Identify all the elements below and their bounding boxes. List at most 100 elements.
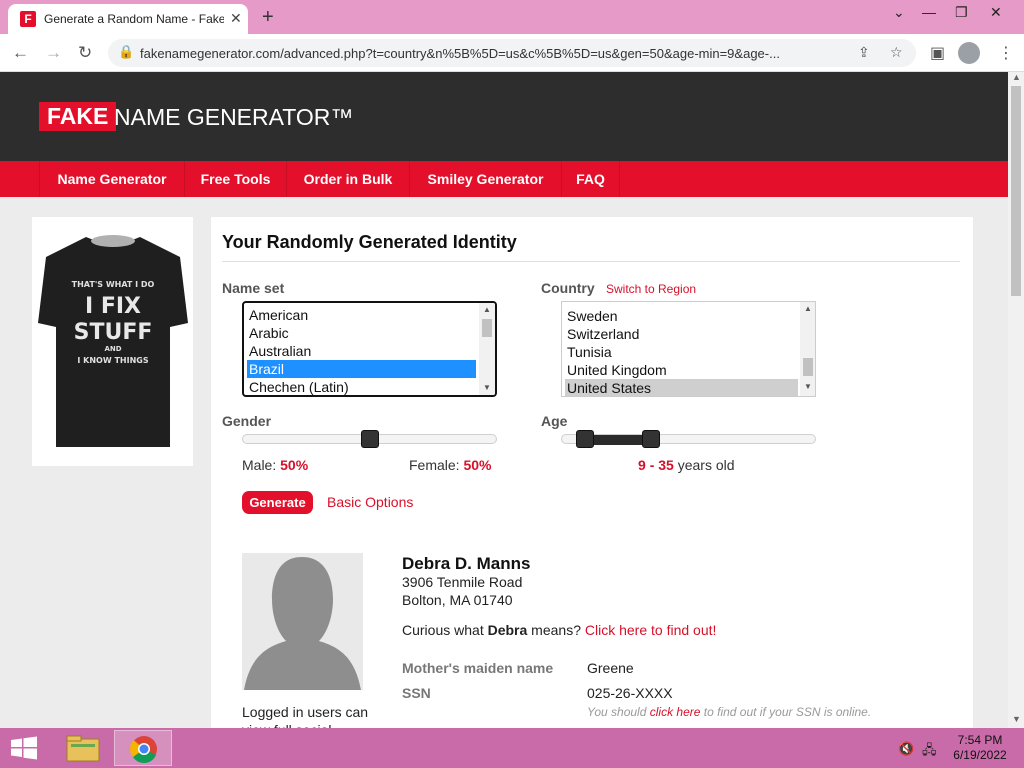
ssn-note-pre: You should (587, 705, 647, 719)
page-scroll-thumb[interactable] (1011, 86, 1021, 296)
window-close-icon[interactable]: ✕ (990, 4, 1002, 21)
forward-icon[interactable]: → (45, 43, 62, 63)
logo-fake[interactable]: FAKE (39, 102, 117, 131)
switch-to-region-link[interactable]: Switch to Region (606, 282, 696, 296)
country-option[interactable]: Sweden (565, 307, 798, 325)
scroll-up-icon[interactable]: ▲ (804, 304, 812, 313)
name-meaning-link[interactable]: Click here to find out! (585, 622, 717, 638)
logo-name-generator[interactable]: NAME GENERATOR™ (114, 103, 353, 132)
nav-order-in-bulk[interactable]: Order in Bulk (286, 161, 409, 197)
tab-title: Generate a Random Name - Fake (44, 12, 224, 26)
age-suffix: years old (677, 457, 735, 473)
name-set-scroll-thumb[interactable] (482, 319, 492, 337)
browser-tab-strip: F Generate a Random Name - Fake ✕ + ⌄ — … (0, 0, 1024, 34)
lock-icon[interactable]: 🔒 (118, 44, 134, 60)
ssn-check-link[interactable]: click here (650, 705, 701, 719)
shirt-line1: THAT'S WHAT I DO (72, 280, 155, 289)
side-panel-icon[interactable]: ▣ (930, 43, 945, 63)
country-scroll-thumb[interactable] (803, 358, 813, 376)
chrome-taskbar-icon[interactable] (114, 730, 172, 766)
back-icon[interactable]: ← (12, 43, 29, 63)
tshirt-ad[interactable]: THAT'S WHAT I DO I FIX STUFF AND I KNOW … (32, 217, 193, 466)
name-set-option[interactable]: Chechen (Latin) (247, 378, 476, 395)
nav-name-generator[interactable]: Name Generator (39, 161, 184, 197)
share-icon[interactable]: ⇪ (858, 44, 870, 61)
first-name-bold: Debra (487, 622, 528, 638)
address-bar[interactable]: 🔒 fakenamegenerator.com/advanced.php?t=c… (108, 39, 916, 67)
profile-avatar[interactable] (958, 42, 980, 64)
country-option[interactable]: United Kingdom (565, 361, 798, 379)
gender-label: Gender (222, 413, 272, 429)
ssn-note: You should click here to find out if you… (587, 705, 871, 719)
tab-close-icon[interactable]: ✕ (230, 10, 242, 27)
browser-toolbar: ← → ↻ 🔒 fakenamegenerator.com/advanced.p… (0, 34, 1024, 72)
reload-icon[interactable]: ↻ (78, 43, 92, 63)
bookmark-star-icon[interactable]: ☆ (890, 44, 903, 61)
tab-search-chevron-icon[interactable]: ⌄ (893, 4, 905, 21)
favicon-icon: F (20, 11, 36, 27)
windows-start-icon[interactable] (10, 736, 38, 760)
address-line-2: Bolton, MA 01740 (402, 592, 513, 608)
title-divider (222, 261, 960, 262)
name-set-option-selected[interactable]: Brazil (247, 360, 476, 378)
tshirt-image: THAT'S WHAT I DO I FIX STUFF AND I KNOW … (38, 235, 188, 447)
name-set-option[interactable]: Australian (247, 342, 476, 360)
country-option[interactable]: Tunisia (565, 343, 798, 361)
restore-icon[interactable]: ❐ (955, 4, 968, 21)
logged-in-note: Logged in users can view full social (242, 704, 369, 728)
nav-smiley-generator[interactable]: Smiley Generator (409, 161, 561, 197)
country-option[interactable]: Switzerland (565, 325, 798, 343)
file-explorer-icon[interactable] (54, 730, 112, 766)
page-scroll-up-icon[interactable]: ▲ (1012, 72, 1021, 82)
name-set-option[interactable]: American (247, 306, 476, 324)
page-scrollbar[interactable]: ▲ ▼ (1008, 72, 1024, 728)
maiden-name-label: Mother's maiden name (402, 660, 554, 676)
scroll-down-icon[interactable]: ▼ (483, 383, 491, 392)
age-min-handle[interactable] (576, 430, 594, 448)
url-text[interactable]: fakenamegenerator.com/advanced.php?t=cou… (140, 46, 860, 61)
male-percent: 50% (280, 457, 309, 473)
basic-options-link[interactable]: Basic Options (327, 494, 413, 510)
name-set-listbox[interactable]: American Arabic Australian Brazil Cheche… (242, 301, 497, 397)
minimize-icon[interactable]: — (922, 4, 936, 20)
address-line-1: 3906 Tenmile Road (402, 574, 523, 590)
identity-name: Debra D. Manns (402, 554, 531, 573)
page-scroll-down-icon[interactable]: ▼ (1012, 714, 1021, 724)
ssn-note-post: to find out if your SSN is online. (703, 705, 872, 719)
country-option-selected[interactable]: United States (565, 379, 798, 396)
browser-tab[interactable]: F Generate a Random Name - Fake ✕ (8, 4, 248, 34)
country-listbox[interactable]: Sweden Switzerland Tunisia United Kingdo… (561, 301, 816, 397)
shirt-line2: I FIX (85, 294, 141, 319)
curious-text: Curious what (402, 622, 484, 638)
system-clock[interactable]: 7:54 PM 6/19/2022 (950, 733, 1010, 763)
new-tab-icon[interactable]: + (262, 6, 274, 29)
age-label: Age (541, 413, 568, 429)
country-label: Country (541, 280, 595, 296)
country-scrollbar[interactable]: ▲ ▼ (800, 302, 815, 396)
scroll-down-icon[interactable]: ▼ (804, 382, 812, 391)
page-title: Your Randomly Generated Identity (222, 232, 517, 252)
name-set-option[interactable]: Arabic (247, 324, 476, 342)
identity-panel: Your Randomly Generated Identity Name se… (211, 217, 973, 728)
name-set-scrollbar[interactable]: ▲ ▼ (479, 303, 495, 395)
taskbar: 🔇 🖧 7:54 PM 6/19/2022 (0, 728, 1024, 768)
page-viewport: FAKE NAME GENERATOR™ Name Generator Free… (0, 72, 1008, 728)
gender-slider-handle[interactable] (360, 430, 379, 448)
site-nav: Name Generator Free Tools Order in Bulk … (0, 161, 1008, 197)
generate-button[interactable]: Generate (242, 491, 313, 514)
clock-date: 6/19/2022 (953, 748, 1007, 762)
nav-faq[interactable]: FAQ (561, 161, 620, 197)
age-max-handle[interactable] (642, 430, 660, 448)
menu-kebab-icon[interactable]: ⋮ (998, 43, 1014, 63)
name-set-label: Name set (222, 280, 285, 296)
age-min-value: 9 (638, 457, 646, 473)
nav-free-tools[interactable]: Free Tools (184, 161, 286, 197)
clock-time: 7:54 PM (957, 733, 1003, 747)
silhouette-icon (242, 553, 363, 690)
scroll-up-icon[interactable]: ▲ (483, 305, 491, 314)
volume-muted-icon[interactable]: 🔇 (898, 741, 914, 757)
network-icon[interactable]: 🖧 (922, 741, 937, 763)
ssn-label: SSN (402, 685, 431, 701)
gender-male-readout: Male: 50% (242, 457, 308, 473)
age-dash: - (649, 457, 655, 473)
